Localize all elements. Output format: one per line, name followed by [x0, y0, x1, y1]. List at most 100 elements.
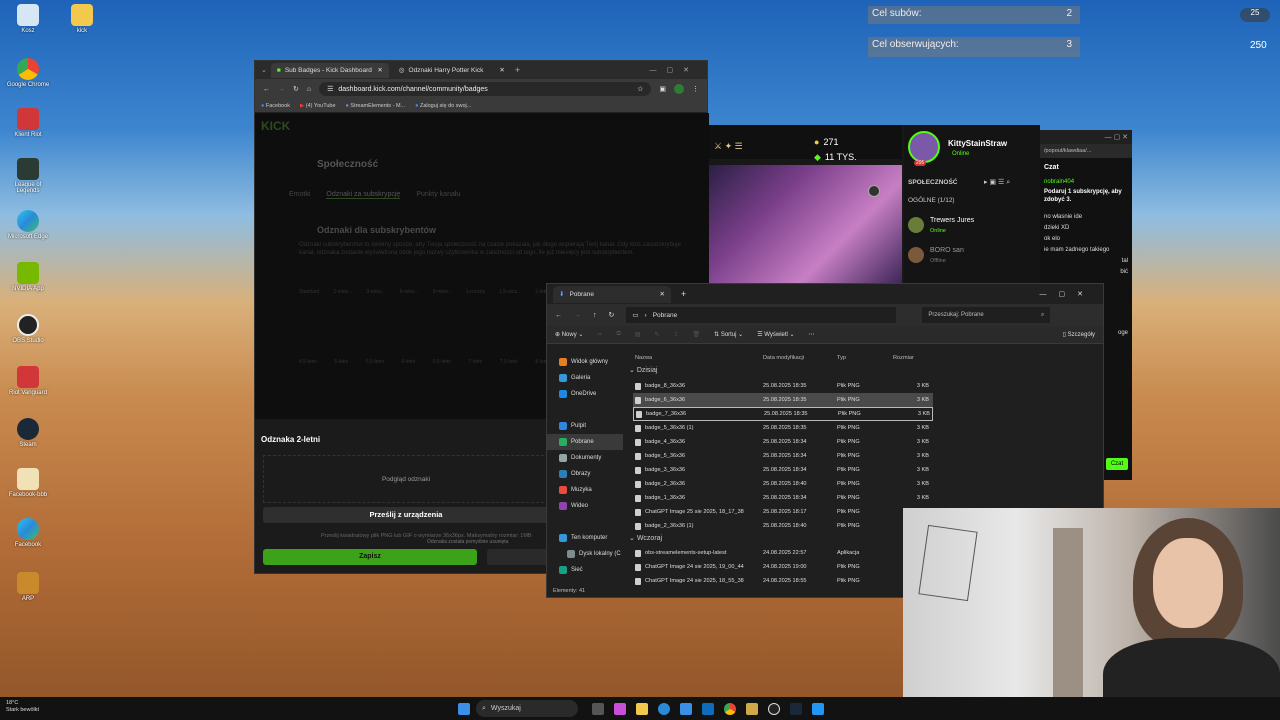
details-button[interactable]: ▯ Szczegóły: [1063, 331, 1095, 338]
address-bar[interactable]: ☰ dashboard.kick.com/channel/community/ba…: [319, 82, 652, 96]
file-row[interactable]: obs-streamelements-setup-latest 24.08.202…: [633, 546, 933, 560]
task-view-icon[interactable]: [592, 703, 604, 715]
steam-icon[interactable]: Steam: [6, 418, 50, 448]
nav-documents[interactable]: Dokumenty: [547, 450, 623, 466]
obs-icon[interactable]: [768, 703, 780, 715]
file-icon[interactable]: Facebook-bbb: [6, 468, 50, 498]
file-row[interactable]: badge_2_36x36 (1) 25.08.2025 18:40 Plik PN…: [633, 519, 933, 533]
paste-icon[interactable]: ▤: [635, 331, 641, 338]
file-row[interactable]: badge_1_36x36 25.08.2025 18:34 Plik PNG 3 K…: [633, 491, 933, 505]
nav-music[interactable]: Muzyka: [547, 482, 623, 498]
edge-icon[interactable]: Microsoft Edge: [6, 210, 50, 240]
member-name[interactable]: Trewers Jures: [930, 217, 974, 224]
file-row[interactable]: ChatGPT Image 24 sie 2025, 19_00_44 24.08…: [633, 560, 933, 574]
explorer-tab-downloads[interactable]: ⬇ Pobrane ✕: [553, 285, 671, 303]
file-row[interactable]: badge_5_36x36 (1) 25.08.2025 18:35 Plik PN…: [633, 421, 933, 435]
share-icon[interactable]: ⇪: [673, 331, 678, 338]
group-yesterday[interactable]: ⌄ Wczoraj: [629, 534, 662, 542]
home-icon[interactable]: ⌂: [307, 86, 311, 93]
league-of-legends-icon[interactable]: League of Legends: [6, 158, 50, 194]
league-icon[interactable]: [746, 703, 758, 715]
recycle-bin-icon[interactable]: Kosz: [6, 4, 50, 34]
refresh-icon[interactable]: ↻: [609, 311, 615, 319]
riot-client-icon[interactable]: Klient Riot: [6, 108, 50, 138]
nav-network[interactable]: Sieć: [547, 562, 623, 578]
store-icon[interactable]: [680, 703, 692, 715]
chat-url[interactable]: /popout/klawdiaa/...: [1040, 144, 1132, 158]
tab-sub-badges[interactable]: ■ Sub Badges - Kick Dashboard ✕: [270, 62, 389, 78]
tab-harry-potter[interactable]: ◎ Odznaki Harry Potter Kick ✕: [393, 63, 511, 78]
channel-name[interactable]: KittyStainStraw: [948, 139, 1007, 148]
channel-avatar[interactable]: [908, 131, 940, 163]
more-icon[interactable]: ⋯: [809, 331, 815, 338]
mute-icon[interactable]: [868, 185, 880, 197]
file-row[interactable]: ChatGPT Image 25 sie 2025, 18_17_38 25.08…: [633, 505, 933, 519]
tab-sub-badges-section[interactable]: Odznaki za subskrypcję: [326, 191, 401, 199]
back-icon[interactable]: ←: [263, 86, 270, 93]
nav-this-pc[interactable]: Ten komputer: [547, 530, 623, 546]
tab-menu-icon[interactable]: ⌄: [261, 66, 267, 74]
tab-emotes[interactable]: Emotki: [289, 191, 310, 199]
file-row[interactable]: ChatGPT Image 24 sie 2025, 18_55_38 24.08…: [633, 574, 933, 588]
chrome-icon[interactable]: Google Chrome: [6, 58, 50, 88]
header-type[interactable]: Typ: [835, 355, 893, 361]
upload-button[interactable]: Prześlij z urządzenia: [263, 507, 549, 523]
path-bar[interactable]: ▭ › Pobrane: [626, 307, 897, 323]
nav-gallery[interactable]: Galeria: [547, 370, 623, 386]
edge-shortcut-icon[interactable]: Facebook: [6, 518, 50, 548]
view-button[interactable]: ☰ Wyświetl ⌄: [757, 331, 794, 338]
forward-icon[interactable]: →: [574, 312, 581, 319]
nav-home[interactable]: Widok główny: [547, 354, 623, 370]
site-info-icon[interactable]: ☰: [327, 85, 333, 93]
sort-button[interactable]: ⇅ Sortuj ⌄: [714, 331, 743, 338]
header-size[interactable]: Rozmiar: [893, 355, 929, 361]
nvidia-app-icon[interactable]: NVIDIA App: [6, 262, 50, 292]
nav-desktop[interactable]: Pulpit: [547, 418, 623, 434]
file-explorer-icon[interactable]: [636, 703, 648, 715]
file-row[interactable]: badge_8_36x36 25.08.2025 18:35 Plik PNG 3 K…: [633, 379, 933, 393]
rename-icon[interactable]: ✎: [654, 331, 659, 338]
community-tools-icons[interactable]: ▸ ▣ ☰ ⌕: [984, 178, 1010, 187]
bookmark-star-icon[interactable]: ☆: [637, 85, 643, 93]
copilot-icon[interactable]: [614, 703, 626, 715]
general-group[interactable]: OGÓLNE (1/12): [908, 197, 955, 204]
taskbar-search[interactable]: ⌕ Wyszukaj: [476, 700, 578, 717]
new-tab-icon[interactable]: +: [515, 65, 520, 75]
member-name[interactable]: BORO san: [930, 247, 964, 254]
file-row[interactable]: badge_6_36x36 25.08.2025 18:35 Plik PNG 3 K…: [633, 393, 933, 407]
bookmark-facebook[interactable]: ● Facebook: [261, 103, 290, 109]
nav-pictures[interactable]: Obrazy: [547, 466, 623, 482]
new-tab-icon[interactable]: +: [681, 289, 686, 299]
start-icon[interactable]: [458, 703, 470, 715]
group-today[interactable]: ⌄ Dzisiaj: [629, 366, 657, 374]
badge-slot-label[interactable]: Standard: [299, 289, 319, 295]
file-row[interactable]: badge_4_36x36 25.08.2025 18:34 Plik PNG 3 K…: [633, 435, 933, 449]
archive-icon[interactable]: ARP: [6, 572, 50, 602]
chat-window-controls[interactable]: — ▢ ✕: [1040, 130, 1132, 144]
chat-send-button[interactable]: Czat: [1106, 458, 1128, 470]
close-tab-icon[interactable]: ✕: [377, 66, 382, 74]
edge-icon[interactable]: [658, 703, 670, 715]
obs-studio-icon[interactable]: OBS Studio: [6, 314, 50, 344]
extensions-icon[interactable]: ▣: [659, 85, 666, 93]
file-row[interactable]: badge_2_36x36 25.08.2025 18:40 Plik PNG 3 K…: [633, 477, 933, 491]
outlook-icon[interactable]: [702, 703, 714, 715]
steam-icon[interactable]: [790, 703, 802, 715]
app-icon[interactable]: [812, 703, 824, 715]
back-icon[interactable]: ←: [555, 312, 562, 319]
chat-username[interactable]: nobrain404: [1044, 177, 1128, 188]
weather-widget[interactable]: 18°C Stark bewölkt: [6, 700, 66, 714]
file-row[interactable]: badge_3_36x36 25.08.2025 18:34 Plik PNG 3 K…: [633, 463, 933, 477]
nav-videos[interactable]: Wideo: [547, 498, 623, 514]
nav-downloads[interactable]: Pobrane: [547, 434, 623, 450]
up-icon[interactable]: ↑: [593, 312, 597, 319]
header-name[interactable]: Nazwa: [633, 355, 761, 361]
window-controls[interactable]: —▢✕: [650, 66, 699, 74]
chrome-icon[interactable]: [724, 703, 736, 715]
forward-icon[interactable]: →: [278, 86, 285, 93]
nav-onedrive[interactable]: OneDrive: [547, 386, 623, 402]
new-button[interactable]: ⊕ Nowy ⌄: [555, 331, 583, 338]
menu-icon[interactable]: ⋮: [692, 85, 699, 93]
close-tab-icon[interactable]: ✕: [660, 290, 665, 298]
cut-icon[interactable]: ✂: [597, 331, 602, 338]
